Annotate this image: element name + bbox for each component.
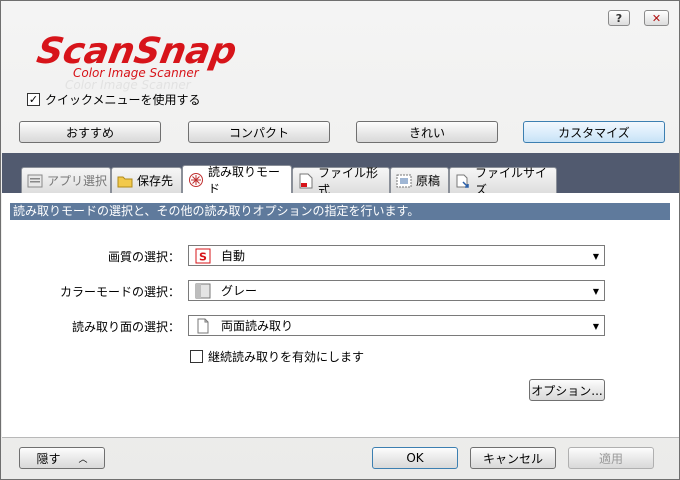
preset-customize-button[interactable]: カスタマイズ (523, 121, 665, 143)
scan-mode-icon (188, 172, 204, 188)
continuous-scan-checkbox[interactable] (190, 350, 203, 363)
tab-file-size[interactable]: ファイルサイズ (449, 166, 557, 197)
preset-label: コンパクト (228, 125, 289, 140)
svg-text:S: S (199, 250, 207, 263)
quality-select[interactable]: S 自動 ▼ (188, 245, 605, 266)
quick-menu-label: クイックメニューを使用する (45, 93, 201, 107)
preset-label: カスタマイズ (558, 125, 630, 140)
hide-button-label: 隠す (36, 451, 61, 466)
logo-reflection: Color Image Scanner (65, 78, 192, 92)
apply-button[interactable]: 適用 (568, 447, 654, 469)
tab-label: 原稿 (416, 174, 441, 188)
quick-menu-option[interactable]: ✓ クイックメニューを使用する (27, 91, 201, 108)
color-mode-select[interactable]: グレー ▼ (188, 280, 605, 301)
tab-paper[interactable]: 原稿 (390, 167, 449, 193)
tab-label: 保存先 (137, 174, 174, 188)
app-select-icon (27, 173, 43, 189)
options-button[interactable]: オプション... (529, 379, 605, 401)
continuous-scan-label: 継続読み取りを有効にします (208, 350, 365, 364)
description-bar: 読み取りモードの選択と、その他の読み取りオプションの指定を行います。 (10, 203, 670, 220)
options-button-label: オプション... (531, 383, 603, 398)
footer-divider (2, 437, 679, 438)
scansnap-settings-window: ? ✕ ScanSnap Color Image Scanner Color I… (0, 0, 680, 480)
auto-quality-icon: S (195, 248, 211, 264)
tab-app-select[interactable]: アプリ選択 (21, 167, 111, 193)
quality-label: 画質の選択： (107, 250, 180, 264)
dropdown-arrow-icon: ▼ (592, 252, 599, 261)
preset-label: おすすめ (65, 125, 114, 140)
hide-button[interactable]: 隠す ︿ (19, 447, 105, 469)
quality-value: 自動 (221, 249, 246, 263)
tab-scan-mode[interactable]: 読み取りモード (182, 165, 292, 196)
continuous-scan-option[interactable]: 継続読み取りを有効にします (190, 348, 364, 365)
tab-save-location[interactable]: 保存先 (111, 167, 182, 193)
preset-fine-button[interactable]: きれい (356, 121, 498, 143)
color-mode-label: カラーモードの選択： (59, 285, 180, 299)
color-mode-value: グレー (221, 284, 258, 298)
tab-label: アプリ選択 (47, 174, 108, 188)
scan-side-select[interactable]: 両面読み取り ▼ (188, 315, 605, 336)
close-icon: ✕ (651, 11, 662, 25)
apply-button-label: 適用 (598, 451, 623, 466)
file-format-icon (298, 173, 314, 189)
help-button[interactable]: ? (608, 10, 630, 26)
scan-side-label: 読み取り面の選択： (71, 320, 180, 334)
preset-compact-button[interactable]: コンパクト (188, 121, 330, 143)
preset-label: きれい (408, 125, 445, 140)
quick-menu-checkbox[interactable]: ✓ (27, 93, 40, 106)
file-size-icon (455, 173, 471, 189)
chevron-up-icon: ︿ (78, 454, 88, 465)
help-icon: ? (615, 11, 623, 25)
dropdown-arrow-icon: ▼ (592, 322, 599, 331)
gray-mode-icon (195, 283, 211, 299)
tab-label: 読み取りモード (208, 164, 281, 196)
close-button[interactable]: ✕ (644, 10, 669, 26)
ok-button[interactable]: OK (372, 447, 458, 469)
scan-side-value: 両面読み取り (221, 319, 294, 333)
duplex-icon (195, 318, 211, 334)
cancel-button-label: キャンセル (482, 451, 543, 466)
preset-recommended-button[interactable]: おすすめ (19, 121, 161, 143)
scan-mode-panel: 読み取りモードの選択と、その他の読み取りオプションの指定を行います。 画質の選択… (2, 193, 679, 437)
dropdown-arrow-icon: ▼ (592, 287, 599, 296)
ok-button-label: OK (406, 451, 424, 465)
paper-icon (396, 173, 412, 189)
tab-file-format[interactable]: ファイル形式 (292, 166, 390, 197)
cancel-button[interactable]: キャンセル (470, 447, 556, 469)
folder-icon (117, 173, 133, 189)
